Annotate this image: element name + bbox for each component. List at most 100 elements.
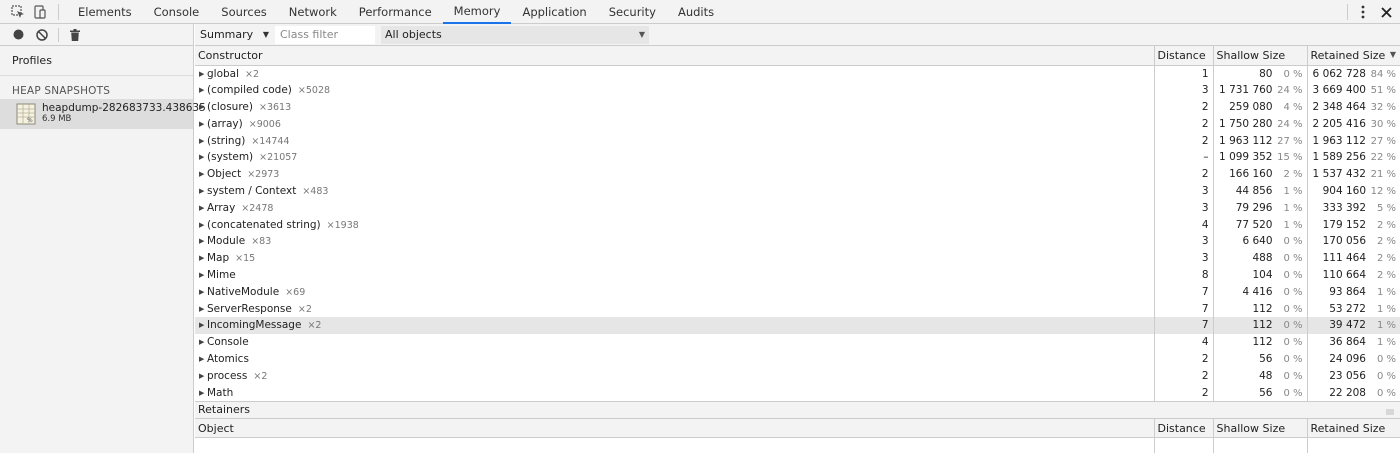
record-button[interactable]	[10, 27, 26, 43]
table-row[interactable]: ▶ system / Context ×483 3 44 856 1 % 904 160 12…	[195, 182, 1400, 200]
shallow-size-header[interactable]: Shallow Size	[1213, 418, 1308, 439]
table-row[interactable]: ▶ Math 2 56 0 % 22 208 0 %	[195, 384, 1400, 401]
expand-triangle-icon[interactable]: ▶	[199, 70, 207, 78]
expand-triangle-icon[interactable]: ▶	[199, 170, 207, 178]
tab-network[interactable]: Network	[278, 0, 348, 24]
expand-triangle-icon[interactable]: ▶	[199, 187, 207, 195]
table-row[interactable]: ▶ Array ×2478 3 79 296 1 % 333 392 5 %	[195, 199, 1400, 217]
inspect-element-icon[interactable]	[10, 4, 26, 20]
constructor-cell: ▶ global ×2	[195, 65, 1155, 82]
expand-triangle-icon[interactable]: ▶	[199, 86, 207, 94]
distance-cell: 2	[1154, 367, 1214, 385]
tab-elements[interactable]: Elements	[67, 0, 143, 24]
table-row[interactable]: ▶ NativeModule ×69 7 4 416 0 % 93 864 1 %	[195, 283, 1400, 301]
class-filter-input[interactable]	[275, 25, 375, 44]
tab-performance[interactable]: Performance	[348, 0, 443, 24]
tab-application[interactable]: Application	[511, 0, 597, 24]
object-header[interactable]: Object	[195, 418, 1155, 439]
table-row[interactable]: ▶ (closure) ×3613 2 259 080 4 % 2 348 464 32 %	[195, 98, 1400, 116]
table-row[interactable]: ▶ (system) ×21057 –1 099 352 15 % 1 589 256 22…	[195, 148, 1400, 166]
table-row[interactable]: ▶ process ×2 2 48 0 % 23 056 0 %	[195, 367, 1400, 385]
retained-size-header[interactable]: Retained Size	[1307, 418, 1400, 439]
expand-triangle-icon[interactable]: ▶	[199, 137, 207, 145]
sidebar-toolbar	[0, 24, 193, 46]
expand-triangle-icon[interactable]: ▶	[199, 237, 207, 245]
retained-size-value: 93 864	[1329, 285, 1366, 298]
sort-descending-icon: ▼	[1389, 50, 1396, 59]
tab-console[interactable]: Console	[143, 0, 211, 24]
objects-select[interactable]: All objects ▼	[381, 25, 649, 44]
table-row[interactable]: ▶ global ×2 1 80 0 % 6 062 728 84 %	[195, 65, 1400, 82]
close-icon[interactable]	[1378, 4, 1394, 20]
table-row[interactable]: ▶ (string) ×14744 2 1 963 112 27 % 1 963 112 27…	[195, 132, 1400, 149]
table-row[interactable]: ▶ Console 4 112 0 % 36 864 1 %	[195, 333, 1400, 351]
expand-triangle-icon[interactable]: ▶	[199, 103, 207, 111]
expand-triangle-icon[interactable]: ▶	[199, 254, 207, 262]
table-row[interactable]: ▶ Map ×15 3 488 0 % 111 464 2 %	[195, 249, 1400, 267]
expand-triangle-icon[interactable]: ▶	[199, 120, 207, 128]
shallow-size-percent: 0 %	[1283, 269, 1303, 281]
expand-triangle-icon[interactable]: ▶	[199, 305, 207, 313]
expand-triangle-icon[interactable]: ▶	[199, 288, 207, 296]
table-row[interactable]: ▶ ServerResponse ×2 7 112 0 % 53 272 1 %	[195, 300, 1400, 317]
more-options-icon[interactable]	[1356, 4, 1370, 20]
clear-button[interactable]	[34, 27, 50, 43]
expand-triangle-icon[interactable]: ▶	[199, 153, 207, 161]
retained-size-header[interactable]: Retained Size ▼	[1307, 46, 1400, 66]
shallow-size-value: 1 731 760	[1219, 84, 1273, 97]
constructor-name: process	[207, 369, 248, 382]
table-row[interactable]: ▶ Atomics 2 56 0 % 24 096 0 %	[195, 350, 1400, 368]
shallow-size-header[interactable]: Shallow Size	[1213, 46, 1308, 66]
expand-triangle-icon[interactable]: ▶	[199, 372, 207, 380]
shallow-size-value: 77 520	[1235, 218, 1273, 231]
table-row[interactable]: ▶ (concatenated string) ×1938 4 77 520 1 % 179…	[195, 216, 1400, 233]
retained-size-percent: 1 %	[1376, 286, 1396, 298]
table-row[interactable]: ▶ IncomingMessage ×2 7 112 0 % 39 472 1 %	[195, 316, 1400, 334]
constructor-cell: ▶ Module ×83	[195, 232, 1155, 250]
tab-audits[interactable]: Audits	[667, 0, 725, 24]
expand-triangle-icon[interactable]: ▶	[199, 271, 207, 279]
distance-header[interactable]: Distance	[1154, 418, 1214, 439]
distance-cell: 2	[1154, 350, 1214, 368]
constructor-name: Object	[207, 168, 242, 181]
constructor-cell: ▶ (system) ×21057	[195, 148, 1155, 166]
tab-sources[interactable]: Sources	[210, 0, 278, 24]
retained-size-value: 1 589 256	[1312, 151, 1366, 164]
device-toolbar-icon[interactable]	[32, 4, 48, 20]
instance-count: ×5028	[297, 85, 331, 97]
shallow-size-value: 166 160	[1229, 168, 1273, 181]
heap-snapshot-item[interactable]: % heapdump-282683733.438635 6.9 MB	[0, 99, 206, 129]
shallow-size-cell: 79 296 1 %	[1213, 199, 1308, 217]
distance-header[interactable]: Distance	[1154, 46, 1214, 66]
collect-garbage-icon[interactable]	[67, 27, 83, 43]
expand-triangle-icon[interactable]: ▶	[199, 321, 207, 329]
resize-handle-icon[interactable]	[1386, 405, 1394, 415]
expand-triangle-icon[interactable]: ▶	[199, 355, 207, 363]
shallow-size-percent: 0 %	[1283, 68, 1303, 80]
instance-count: ×2	[253, 370, 268, 382]
constructor-name: Atomics	[207, 352, 249, 365]
distance-cell: 3	[1154, 182, 1214, 200]
tab-security[interactable]: Security	[598, 0, 667, 24]
distance-cell: 1	[1154, 65, 1214, 82]
retained-size-cell: 2 205 416 30 %	[1307, 115, 1400, 132]
tab-memory[interactable]: Memory	[442, 0, 512, 24]
constructor-header[interactable]: Constructor	[195, 46, 1155, 66]
shallow-size-cell: 104 0 %	[1213, 266, 1308, 284]
retained-size-percent: 27 %	[1370, 135, 1396, 147]
expand-triangle-icon[interactable]: ▶	[199, 221, 207, 229]
table-row[interactable]: ▶ Mime 8 104 0 % 110 664 2 %	[195, 266, 1400, 284]
table-row[interactable]: ▶ (compiled code) ×5028 3 1 731 760 24 % 3 669…	[195, 81, 1400, 99]
view-select[interactable]: Summary ▼	[195, 25, 275, 45]
constructor-cell: ▶ ServerResponse ×2	[195, 300, 1155, 317]
table-row[interactable]: ▶ Object ×2973 2 166 160 2 % 1 537 432 21 %	[195, 165, 1400, 183]
table-row[interactable]: ▶ Module ×83 3 6 640 0 % 170 056 2 %	[195, 232, 1400, 250]
retained-size-value: 36 864	[1329, 336, 1366, 349]
shallow-size-percent: 0 %	[1283, 236, 1303, 248]
expand-triangle-icon[interactable]: ▶	[199, 204, 207, 212]
table-row[interactable]: ▶ (array) ×9006 2 1 750 280 24 % 2 205 416 30 %	[195, 115, 1400, 133]
retained-size-header-label: Retained Size	[1310, 48, 1386, 62]
expand-triangle-icon[interactable]: ▶	[199, 338, 207, 346]
expand-triangle-icon[interactable]: ▶	[199, 389, 207, 397]
table-row	[195, 437, 1400, 453]
